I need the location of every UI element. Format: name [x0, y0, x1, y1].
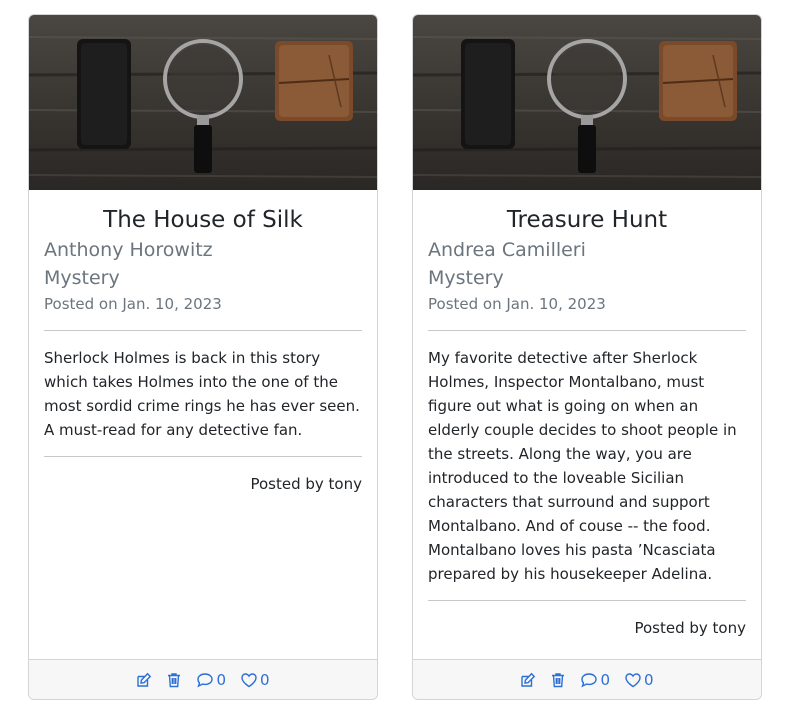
post-author: Anthony Horowitz: [44, 239, 213, 261]
divider: [428, 600, 746, 601]
edit-button[interactable]: [136, 672, 152, 688]
post-card: Treasure Hunt Andrea Camilleri Mystery P…: [412, 14, 762, 700]
post-card-footer: 0 0: [29, 659, 377, 699]
post-author: Andrea Camilleri: [428, 239, 586, 261]
post-card-footer: 0 0: [413, 659, 761, 699]
post-author-username: Posted by tony: [634, 619, 746, 637]
post-description: Sherlock Holmes is back in this story wh…: [44, 349, 360, 439]
smartphone-icon: [461, 39, 515, 149]
post-card: The House of Silk Anthony Horowitz Myste…: [28, 14, 378, 700]
notebook-icon: [275, 41, 353, 121]
trash-icon: [552, 672, 565, 687]
post-title[interactable]: The House of Silk: [44, 204, 362, 236]
like-count: 0: [644, 670, 654, 689]
notebook-icon: [659, 41, 737, 121]
post-description: My favorite detective after Sherlock Hol…: [428, 349, 737, 583]
post-author-username: Posted by tony: [250, 475, 362, 493]
edit-icon: [521, 672, 536, 687]
post-date: Posted on Jan. 10, 2023: [428, 295, 606, 313]
post-card-body: The House of Silk Anthony Horowitz Myste…: [44, 190, 362, 496]
post-card-body: Treasure Hunt Andrea Camilleri Mystery P…: [428, 190, 746, 640]
comment-icon: [197, 672, 214, 687]
delete-button[interactable]: [550, 672, 566, 688]
comments-button[interactable]: 0: [580, 671, 610, 689]
like-count: 0: [260, 670, 270, 689]
comments-button[interactable]: 0: [196, 671, 226, 689]
delete-button[interactable]: [166, 672, 182, 688]
divider: [428, 330, 746, 331]
heart-icon: [625, 672, 641, 687]
comment-count: 0: [600, 670, 610, 689]
edit-icon: [137, 672, 152, 687]
comment-icon: [581, 672, 598, 687]
heart-icon: [241, 672, 257, 687]
post-image: [29, 15, 377, 190]
like-button[interactable]: 0: [240, 671, 270, 689]
divider: [44, 330, 362, 331]
trash-icon: [168, 672, 181, 687]
post-date: Posted on Jan. 10, 2023: [44, 295, 222, 313]
divider: [44, 456, 362, 457]
smartphone-icon: [77, 39, 131, 149]
edit-button[interactable]: [520, 672, 536, 688]
like-button[interactable]: 0: [624, 671, 654, 689]
post-title[interactable]: Treasure Hunt: [428, 204, 746, 236]
post-genre: Mystery: [44, 267, 120, 289]
post-genre: Mystery: [428, 267, 504, 289]
post-image: [413, 15, 761, 190]
comment-count: 0: [216, 670, 226, 689]
